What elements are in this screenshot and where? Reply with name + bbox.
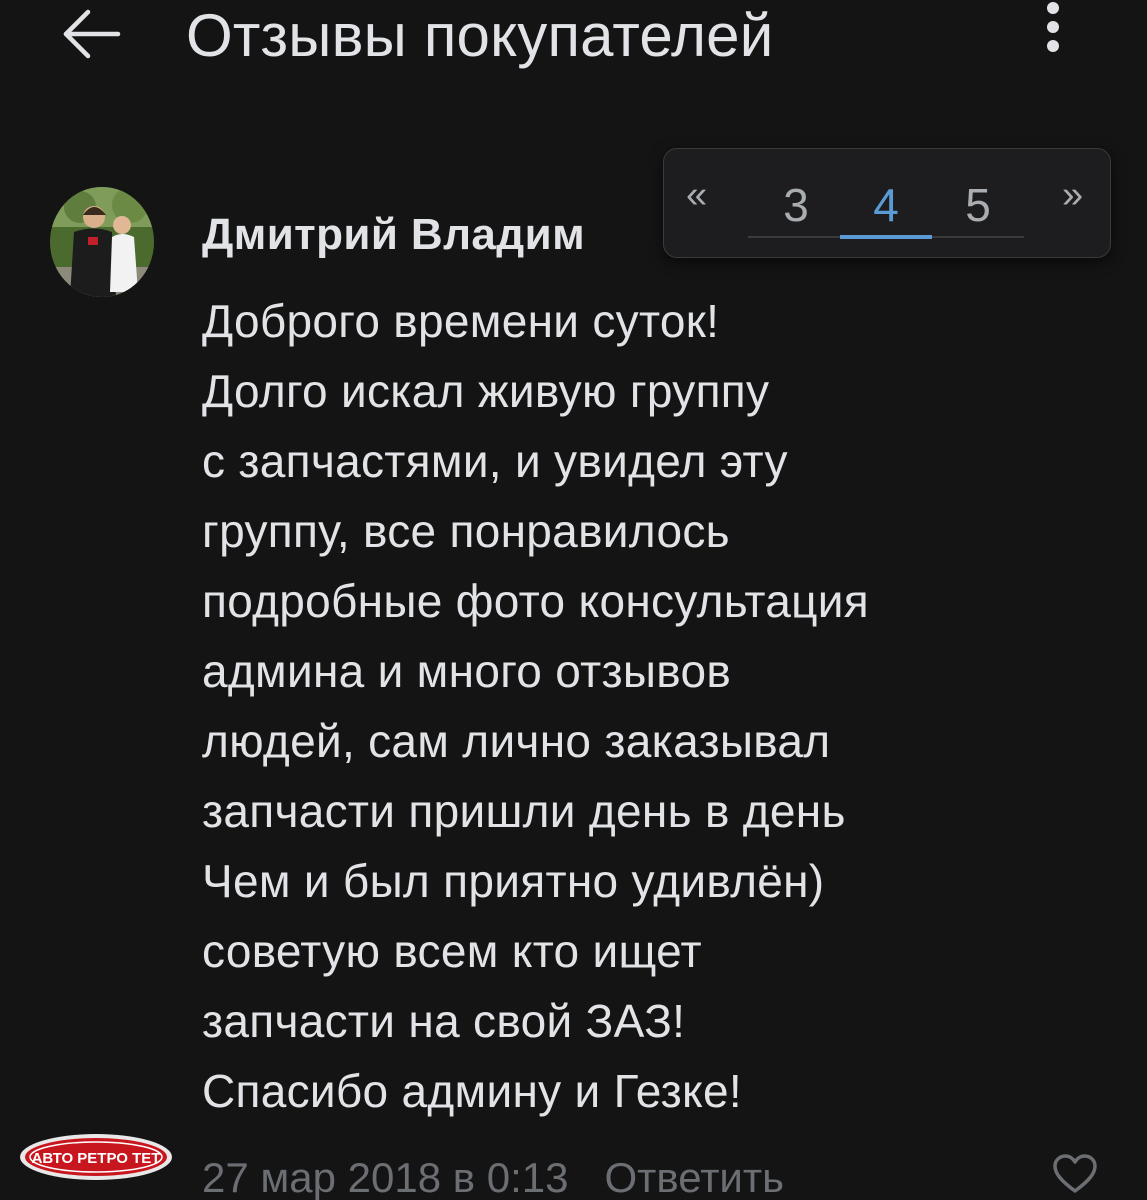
comment-meta: 27 мар 2018 в 0:13 Ответить [202, 1148, 784, 1200]
pagination-active-underline [840, 235, 932, 239]
comment-line: Спасибо админу и Гезке! [202, 1065, 742, 1117]
comment-line: Долго искал живую группу [202, 365, 770, 417]
comment-line: людей, сам лично заказывал [202, 715, 831, 767]
top-bar: Отзывы покупателей [0, 0, 1147, 90]
avatar[interactable] [50, 187, 154, 297]
comment-line: Чем и был приятно удивлён) [202, 855, 825, 907]
like-button[interactable] [1052, 1154, 1098, 1194]
avatar-photo [50, 187, 154, 297]
page-title: Отзывы покупателей [186, 2, 774, 69]
logo-badge: АВТО РЕТРО ТЕТ [20, 1134, 172, 1180]
comment-line: советую всем кто ищет [202, 925, 702, 977]
more-vertical-icon [1047, 2, 1059, 52]
pagination-page[interactable]: 5 [958, 177, 998, 233]
arrow-left-icon [63, 9, 121, 59]
pagination-prev-button[interactable]: « [686, 171, 707, 219]
logo-text: АВТО РЕТРО ТЕТ [32, 1150, 161, 1167]
comment-line: с запчастями, и увидел эту [202, 435, 788, 487]
pagination-popup: « 3 4 5 » [663, 148, 1111, 258]
comment-line: группу, все понравилось [202, 505, 730, 557]
pagination-page-active[interactable]: 4 [866, 177, 906, 233]
comment-line: подробные фото консультация [202, 575, 870, 627]
heart-icon [1053, 1154, 1097, 1193]
pagination-next-button[interactable]: » [1062, 171, 1083, 219]
comment-text: Доброго времени суток! Долго искал живую… [202, 286, 1122, 1126]
comment-line: запчасти на свой ЗАЗ! [202, 995, 686, 1047]
brand-logo: АВТО РЕТРО ТЕТ [18, 1132, 174, 1182]
reply-button[interactable]: Ответить [604, 1154, 784, 1200]
back-button[interactable] [56, 4, 126, 68]
comment-date[interactable]: 27 мар 2018 в 0:13 [202, 1154, 568, 1200]
comment-line: админа и много отзывов [202, 645, 732, 697]
pagination-page[interactable]: 3 [776, 177, 816, 233]
comment-author[interactable]: Дмитрий Владим [202, 208, 585, 262]
comment-line: Доброго времени суток! [202, 295, 720, 347]
more-options-button[interactable] [1030, 0, 1076, 64]
comment-line: запчасти пришли день в день [202, 785, 846, 837]
